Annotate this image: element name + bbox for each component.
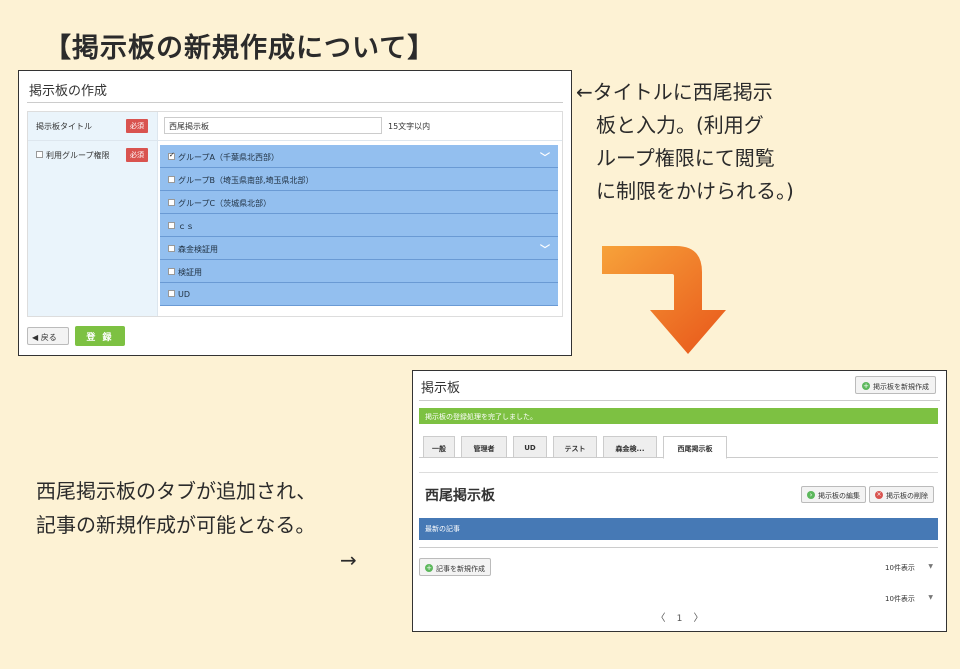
tab-admin[interactable]: 管理者	[461, 436, 507, 458]
new-board-label: 掲示板を新規作成	[873, 383, 929, 391]
title-divider	[419, 400, 940, 401]
per-page-select-top[interactable]: 10件表示 ▼	[881, 559, 937, 575]
create-form-title: 掲示板の作成	[29, 84, 108, 99]
note-top-line: ←タイトルに西尾掲示	[576, 80, 773, 104]
group-verify-label: 検証用	[178, 268, 202, 277]
delete-board-label: 掲示板の削除	[886, 492, 928, 500]
tab-morikane[interactable]: 森金検...	[603, 436, 657, 458]
note-top: ←タイトルに西尾掲示 板と入力。(利用グ ループ権限にて閲覧 に制限をかけられる…	[576, 76, 956, 208]
permission-label-text: 利用グループ権限	[46, 151, 110, 160]
group-a-checkbox[interactable]	[168, 151, 175, 160]
edit-board-button[interactable]: › 掲示板の編集	[801, 486, 866, 503]
title-field-label: 掲示板タイトル	[36, 122, 92, 131]
pager-next-icon[interactable]: 〉	[694, 613, 704, 624]
tab-ud[interactable]: UD	[513, 436, 547, 458]
latest-posts-bar: 最新の記事	[419, 518, 938, 540]
tab-nishio-board[interactable]: 西尾掲示板	[663, 436, 727, 459]
title-limit-hint: 15文字以内	[388, 122, 431, 131]
required-badge-permission: 必須	[126, 148, 148, 162]
create-form: 掲示板タイトル 必須 西尾掲示板 15文字以内 利用グループ権限 必須 グループ…	[27, 111, 563, 317]
new-post-label: 記事を新規作成	[436, 565, 485, 573]
delete-circle-icon: ×	[875, 491, 883, 499]
note-bottom: 西尾掲示板のタブが追加され、 記事の新規作成が可能となる。	[36, 474, 316, 542]
tab-general[interactable]: 一般	[423, 436, 455, 458]
group-b-label: グループB（埼玉県南部,埼玉県北部）	[178, 176, 314, 185]
new-post-button[interactable]: + 記事を新規作成	[419, 558, 491, 576]
row-divider	[28, 140, 562, 141]
group-cs-label: ｃｓ	[178, 222, 194, 231]
plus-icon: +	[425, 564, 433, 572]
form-label-column	[28, 112, 158, 316]
group-b-checkbox[interactable]	[168, 176, 175, 183]
board-page-title: 掲示板	[421, 381, 461, 396]
group-item-b[interactable]: グループB（埼玉県南部,埼玉県北部）	[160, 168, 558, 191]
permission-checkbox[interactable]	[36, 151, 43, 158]
chevron-down-icon[interactable]: ﹀	[540, 149, 550, 164]
edit-board-label: 掲示板の編集	[818, 492, 860, 500]
success-alert: 掲示板の登録処理を完了しました。	[419, 408, 938, 424]
group-item-verify[interactable]: 検証用	[160, 260, 558, 283]
group-item-cs[interactable]: ｃｓ	[160, 214, 558, 237]
delete-board-button[interactable]: × 掲示板の削除	[869, 486, 934, 503]
caret-down-icon: ▼	[928, 563, 933, 570]
group-c-label: グループC（茨城県北部）	[178, 199, 272, 208]
permission-field-label[interactable]: 利用グループ権限	[36, 150, 110, 161]
group-item-c[interactable]: グループC（茨城県北部）	[160, 191, 558, 214]
group-item-ud[interactable]: UD	[160, 283, 558, 306]
per-page-select-bottom[interactable]: 10件表示 ▼	[881, 590, 937, 606]
back-arrow-icon: ◀	[32, 333, 39, 342]
per-page-value-bottom: 10件表示	[885, 595, 915, 603]
plus-icon: +	[862, 382, 870, 390]
per-page-value-top: 10件表示	[885, 564, 915, 572]
title-divider	[27, 102, 563, 103]
group-ud-label: UD	[178, 290, 191, 299]
note-top-line: ループ権限にて閲覧	[576, 146, 775, 170]
back-button[interactable]: ◀ 戻る	[27, 327, 69, 345]
group-ud-checkbox[interactable]	[168, 290, 175, 297]
board-name-heading: 西尾掲示板	[425, 488, 495, 504]
required-badge-title: 必須	[126, 119, 148, 133]
note-top-line: に制限をかけられる。)	[576, 179, 794, 203]
pager-current[interactable]: 1	[677, 614, 683, 624]
group-item-a[interactable]: グループA（千葉県北西部） ﹀	[160, 145, 558, 168]
group-morikane-checkbox[interactable]	[168, 245, 175, 252]
pagination: 〈 1 〉	[413, 609, 946, 624]
new-board-button[interactable]: + 掲示板を新規作成	[855, 376, 936, 394]
group-cs-checkbox[interactable]	[168, 222, 175, 229]
group-morikane-label: 森金検証用	[178, 245, 218, 254]
back-label: 戻る	[40, 333, 57, 342]
note-bottom-line: 西尾掲示板のタブが追加され、	[36, 479, 317, 503]
group-verify-checkbox[interactable]	[168, 268, 175, 275]
edit-circle-icon: ›	[807, 491, 815, 499]
group-c-checkbox[interactable]	[168, 199, 175, 206]
posts-divider	[419, 547, 938, 548]
note-top-line: 板と入力。(利用グ	[576, 113, 764, 137]
tab-test[interactable]: テスト	[553, 436, 597, 458]
section-divider	[419, 472, 938, 473]
board-screenshot: 掲示板 + 掲示板を新規作成 掲示板の登録処理を完了しました。 一般 管理者 UD…	[412, 370, 947, 632]
group-a-label: グループA（千葉県北西部）	[178, 153, 279, 162]
flow-arrow-icon	[602, 246, 726, 354]
note-bottom-line: 記事の新規作成が可能となる。	[36, 513, 316, 537]
caret-down-icon: ▼	[928, 594, 933, 601]
group-item-morikane[interactable]: 森金検証用 ﹀	[160, 237, 558, 260]
group-list: グループA（千葉県北西部） ﹀ グループB（埼玉県南部,埼玉県北部） グループC（…	[160, 145, 558, 306]
note-bottom-arrow: →	[340, 548, 357, 572]
pager-prev-icon[interactable]: 〈	[655, 613, 665, 624]
page-heading: 【掲示板の新規作成について】	[44, 33, 436, 64]
board-title-input[interactable]: 西尾掲示板	[164, 117, 382, 134]
chevron-down-icon[interactable]: ﹀	[540, 241, 550, 256]
board-tabs: 一般 管理者 UD テスト 森金検... 西尾掲示板	[419, 434, 938, 459]
save-button[interactable]: 登 録	[75, 326, 125, 346]
create-board-screenshot: 掲示板の作成 掲示板タイトル 必須 西尾掲示板 15文字以内 利用グループ権限 …	[18, 70, 572, 356]
